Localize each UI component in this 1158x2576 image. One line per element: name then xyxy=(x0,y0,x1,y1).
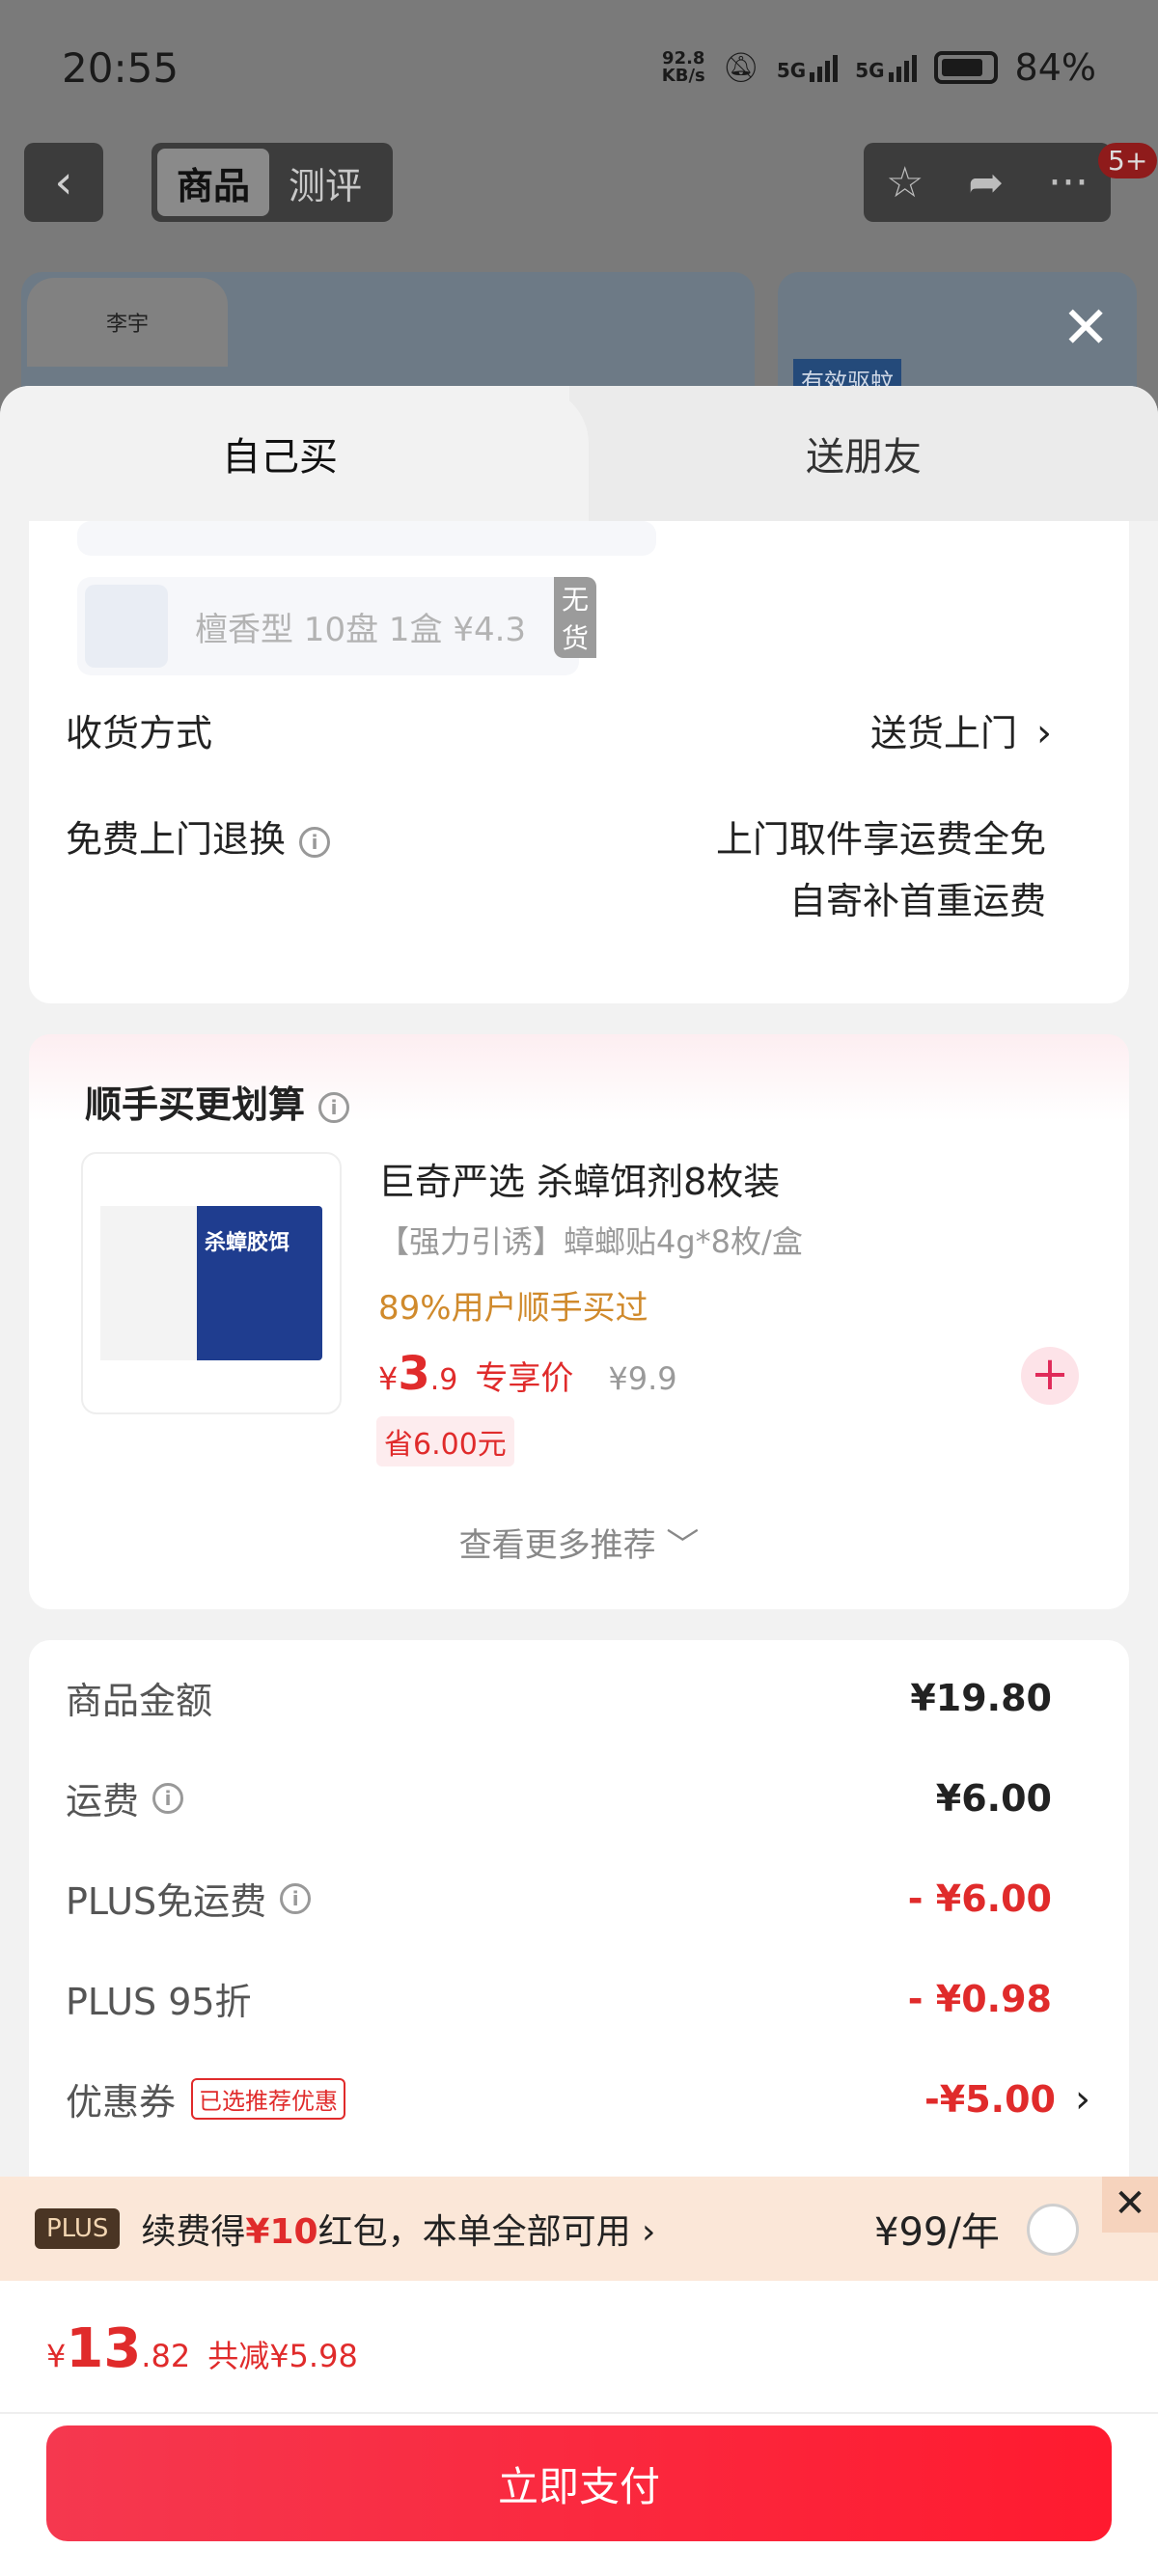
plus-price: ¥99/年 xyxy=(874,2210,1000,2255)
status-icons: 92.8 KB/s 🔕︎ 5G 5G 84% xyxy=(662,46,1096,89)
coupon-row[interactable]: 优惠券 已选推荐优惠 -¥5.00 › xyxy=(66,2072,1090,2125)
mute-icon: 🔕︎ xyxy=(722,50,759,85)
rec-social-proof: 89%用户顺手买过 xyxy=(378,1289,648,1328)
nav-actions: ☆ ➦ ··· xyxy=(864,143,1111,222)
divider xyxy=(0,2412,1158,2414)
free-return-label: 免费上门退换 i xyxy=(66,808,331,932)
checkout-sheet: 送朋友 自己买 檀香型 10盘 1盒 ¥4.3 无货 收货方式 送货上门 › 免费… xyxy=(0,386,1158,2576)
rec-product-name[interactable]: 巨奇严选 杀蟑饵剂8枚装 xyxy=(378,1152,780,1205)
delivery-label: 收货方式 xyxy=(66,712,213,754)
pay-area: ¥13.82 共减¥5.98 立即支付 xyxy=(0,2281,1158,2576)
out-of-stock-badge: 无货 xyxy=(554,577,597,658)
product-tabs: 商品 测评 xyxy=(152,143,393,222)
plus-free-freight-row: PLUS免运费 i - ¥6.00 xyxy=(66,1877,1052,1924)
status-time: 20:55 xyxy=(62,43,179,92)
buy-mode-tabs: 送朋友 自己买 xyxy=(0,386,1158,521)
more-recommendations-link[interactable]: 查看更多推荐 ﹀ xyxy=(29,1519,1129,1566)
plus-renewal-bar[interactable]: PLUS 续费得¥10红包，本单全部可用 › ¥99/年 ✕ xyxy=(0,2177,1158,2281)
tab-goods[interactable]: 商品 xyxy=(157,149,270,216)
spec-option-sandalwood[interactable]: 檀香型 10盘 1盒 ¥4.3 无货 xyxy=(77,577,597,675)
chevron-right-icon: › xyxy=(1036,711,1052,755)
rec-price: ¥3.9 专享价 ¥9.9 xyxy=(378,1347,677,1401)
delivery-card: 檀香型 10盘 1盒 ¥4.3 无货 收货方式 送货上门 › 免费上门退换 i 上门… xyxy=(29,521,1129,1003)
more-icon[interactable]: ··· xyxy=(1048,158,1089,207)
signal-icon-2: 5G xyxy=(855,53,917,82)
back-button[interactable]: ‹ xyxy=(24,143,103,222)
freight-row: 运费 i ¥6.00 xyxy=(66,1776,1052,1823)
share-icon[interactable]: ➦ xyxy=(968,158,1004,207)
rec-price-label: 专享价 xyxy=(475,1359,574,1398)
info-icon[interactable]: i xyxy=(280,1882,312,1914)
rec-save-badge: 省6.00元 xyxy=(376,1416,514,1466)
coupon-tag: 已选推荐优惠 xyxy=(191,2078,346,2120)
battery-icon xyxy=(933,51,998,84)
tab-self[interactable]: 自己买 xyxy=(0,386,589,521)
info-icon[interactable]: i xyxy=(318,1091,350,1123)
tab-reviews[interactable]: 测评 xyxy=(269,149,381,216)
tab-gift[interactable]: 送朋友 xyxy=(569,386,1158,521)
recommendation-title: 顺手买更划算 i xyxy=(85,1075,350,1128)
rec-product-image[interactable]: 杀蟑胶饵 xyxy=(81,1152,342,1414)
pay-now-button[interactable]: 立即支付 xyxy=(46,2425,1112,2541)
total-price: ¥13.82 共减¥5.98 xyxy=(46,2317,358,2380)
plus-discount-row: PLUS 95折 - ¥0.98 xyxy=(66,1977,1052,2024)
product-nav: ‹ 商品 测评 ☆ ➦ ··· 5+ xyxy=(0,143,1158,226)
rec-orig-price: ¥9.9 xyxy=(608,1360,677,1397)
free-return-row: 免费上门退换 i 上门取件享运费全免 自寄补首重运费 xyxy=(66,808,1052,932)
product-box-image: 杀蟑胶饵 xyxy=(100,1206,322,1360)
recommendation-card: 顺手买更划算 i 杀蟑胶饵 巨奇严选 杀蟑饵剂8枚装 【强力引诱】蟑螂贴4g*8枚… xyxy=(29,1034,1129,1609)
spec-option[interactable] xyxy=(77,521,656,556)
price-summary-card: 商品金额 ¥19.80 运费 i ¥6.00 PLUS免运费 i - ¥6.00 P… xyxy=(29,1640,1129,2238)
plus-renewal-text: 续费得¥10红包，本单全部可用 › xyxy=(141,2212,656,2252)
add-button[interactable]: + xyxy=(1021,1347,1079,1405)
delivery-value: 送货上门 › xyxy=(869,711,1052,755)
network-speed: 92.8 KB/s xyxy=(661,48,705,86)
status-bar: 20:55 92.8 KB/s 🔕︎ 5G 5G 84% xyxy=(0,0,1158,135)
chevron-left-icon: ‹ xyxy=(54,155,73,209)
info-icon[interactable]: i xyxy=(152,1782,184,1814)
chevron-right-icon: › xyxy=(1075,2076,1090,2122)
total-discount: 共减¥5.98 xyxy=(207,2338,358,2374)
info-icon[interactable]: i xyxy=(299,826,331,858)
delivery-method-row[interactable]: 收货方式 送货上门 › xyxy=(66,702,1052,764)
signal-icon-1: 5G xyxy=(777,53,839,82)
star-icon[interactable]: ☆ xyxy=(886,158,924,207)
brand-logo: 李宇 xyxy=(27,278,228,367)
free-return-value: 上门取件享运费全免 自寄补首重运费 xyxy=(715,818,1046,922)
spec-thumb xyxy=(85,585,168,668)
plus-radio[interactable] xyxy=(1027,2204,1079,2256)
notification-badge: 5+ xyxy=(1098,143,1158,178)
close-icon[interactable]: ✕ xyxy=(1102,2177,1158,2233)
goods-amount-row: 商品金额 ¥19.80 xyxy=(66,1676,1052,1723)
plus-logo: PLUS xyxy=(35,2208,121,2249)
battery-level: 84% xyxy=(1014,46,1096,89)
spec-name: 檀香型 10盘 1盒 ¥4.3 xyxy=(195,610,527,649)
close-icon[interactable]: ✕ xyxy=(1062,299,1110,357)
plus-icon: + xyxy=(1030,1347,1070,1401)
rec-product-desc: 【强力引诱】蟑螂贴4g*8枚/盒 xyxy=(378,1223,803,1260)
